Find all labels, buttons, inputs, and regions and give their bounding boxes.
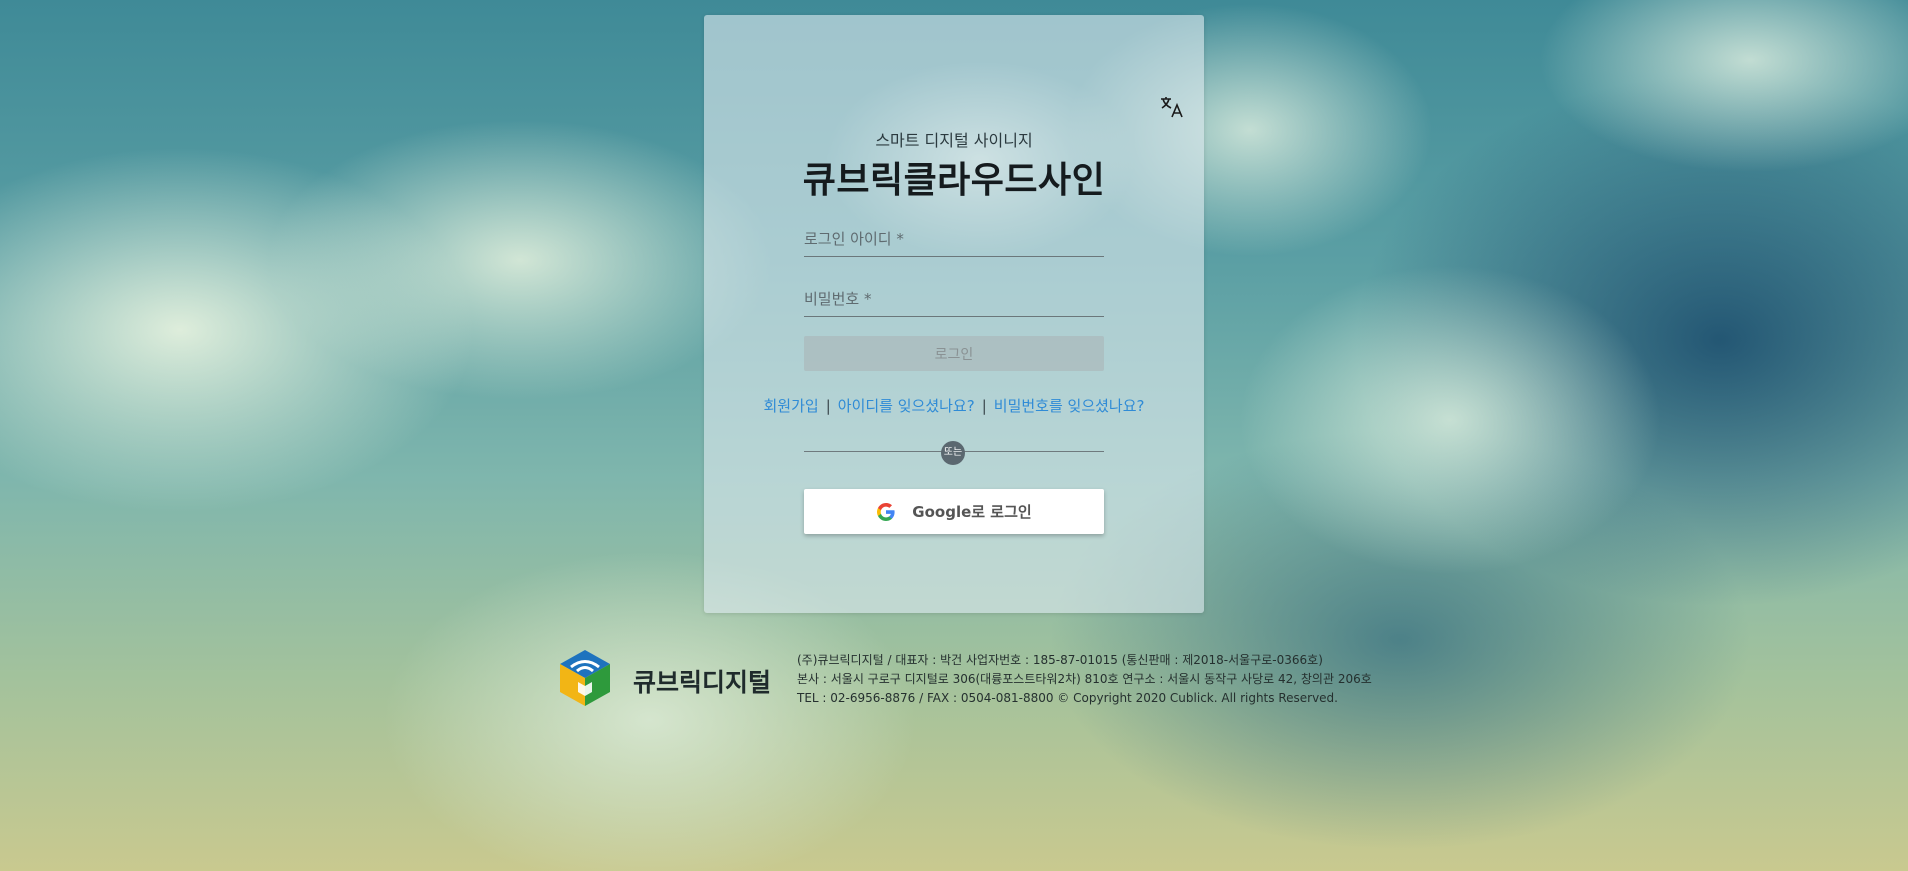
password-input[interactable] [804,282,1104,316]
language-button[interactable] [1158,93,1186,121]
or-badge: 또는 [941,441,965,465]
translate-icon [1161,97,1183,118]
footer-address-line: 본사 : 서울시 구로구 디지털로 306(대륭포스트타워2차) 810호 연구… [797,672,1372,686]
app-subtitle: 스마트 디지털 사이니지 [875,131,1033,150]
link-separator: | [825,397,831,415]
link-separator: | [981,397,987,415]
forgot-password-link[interactable]: 비밀번호를 잊으셨나요? [994,397,1145,415]
google-login-button[interactable]: Google로 로그인 [804,489,1104,534]
login-card: 스마트 디지털 사이니지 큐브릭클라우드사인 로그인 회원가입 | 아이디를 잊으셨… [704,15,1204,613]
company-name: 큐브릭디지털 [633,668,772,697]
google-login-label: Google로 로그인 [912,503,1032,521]
forgot-id-link[interactable]: 아이디를 잊으셨나요? [838,397,975,415]
login-id-input[interactable] [804,222,1104,256]
login-button[interactable]: 로그인 [804,336,1104,371]
footer-info: (주)큐브릭디지털 / 대표자 : 박건 사업자번호 : 185-87-0101… [797,651,1372,708]
footer-company-line: (주)큐브릭디지털 / 대표자 : 박건 사업자번호 : 185-87-0101… [797,653,1323,667]
google-icon [877,502,895,521]
app-title: 큐브릭클라우드사인 [802,160,1106,201]
login-id-field[interactable] [804,222,1104,257]
signup-link[interactable]: 회원가입 [764,397,819,415]
account-links: 회원가입 | 아이디를 잊으셨나요? | 비밀번호를 잊으셨나요? [704,395,1204,416]
company-logo-icon [560,650,610,706]
footer-contact-line: TEL : 02-6956-8876 / FAX : 0504-081-8800… [797,691,1338,705]
password-field[interactable] [804,282,1104,317]
